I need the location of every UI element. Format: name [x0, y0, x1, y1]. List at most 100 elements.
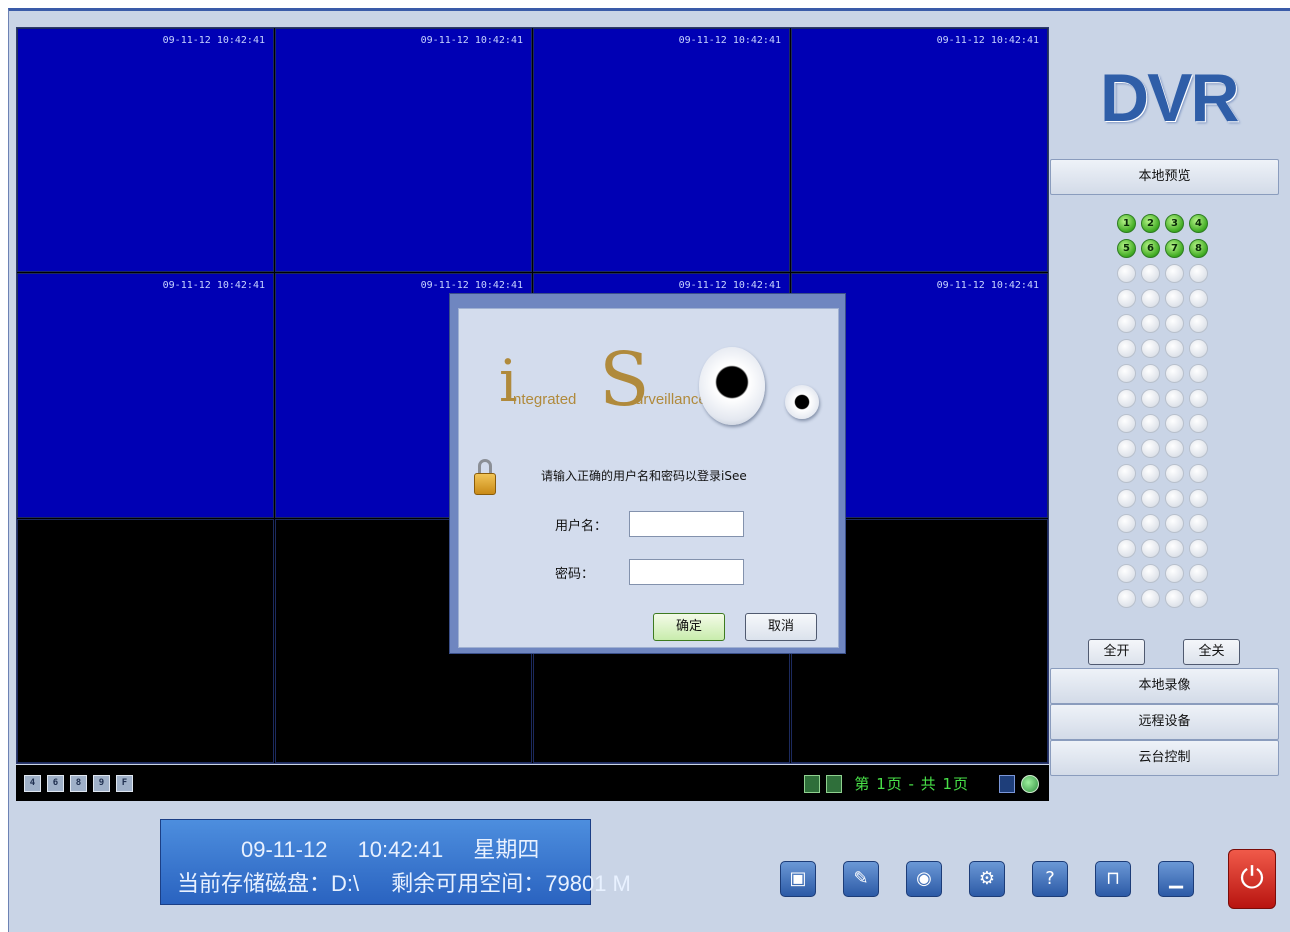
channel-button-2[interactable]: 2: [1141, 214, 1160, 233]
prev-page-button[interactable]: [826, 774, 843, 793]
channel-button[interactable]: [1141, 489, 1160, 508]
channel-button[interactable]: [1189, 589, 1208, 608]
channel-button-3[interactable]: 3: [1165, 214, 1184, 233]
remote-device-button[interactable]: 远程设备: [1050, 704, 1279, 740]
channel-button[interactable]: [1189, 414, 1208, 433]
film-icon[interactable]: ◉: [906, 861, 942, 897]
channel-button-6[interactable]: 6: [1141, 239, 1160, 258]
channel-button[interactable]: [1141, 264, 1160, 283]
channel-button[interactable]: [1117, 389, 1136, 408]
channel-button[interactable]: [1165, 339, 1184, 358]
channel-button[interactable]: [1117, 564, 1136, 583]
channel-button[interactable]: [1189, 564, 1208, 583]
local-preview-button[interactable]: 本地预览: [1050, 159, 1279, 195]
video-cell-3[interactable]: 09-11-12 10:42:41: [533, 28, 790, 273]
channel-button[interactable]: [1165, 314, 1184, 333]
layout-4-button[interactable]: 4: [24, 775, 41, 792]
ok-button[interactable]: 确定: [653, 613, 725, 641]
video-cell-1[interactable]: 09-11-12 10:42:41: [17, 28, 274, 273]
channel-button[interactable]: [1165, 414, 1184, 433]
channel-button[interactable]: [1141, 539, 1160, 558]
channel-button[interactable]: [1189, 289, 1208, 308]
power-icon[interactable]: ⏻: [1228, 849, 1276, 909]
layout-full-button[interactable]: F: [116, 775, 133, 792]
video-cell-5[interactable]: 09-11-12 10:42:41: [17, 273, 274, 518]
channel-button[interactable]: [1117, 589, 1136, 608]
next-page-button[interactable]: [999, 774, 1015, 793]
password-input[interactable]: [629, 559, 744, 585]
channel-button[interactable]: [1189, 464, 1208, 483]
channel-button[interactable]: [1141, 589, 1160, 608]
channel-button[interactable]: [1117, 264, 1136, 283]
close-all-button[interactable]: 全关: [1183, 639, 1240, 665]
channel-button[interactable]: [1165, 589, 1184, 608]
channel-button[interactable]: [1165, 389, 1184, 408]
channel-button[interactable]: [1141, 414, 1160, 433]
lock-icon[interactable]: ⊓: [1095, 861, 1131, 897]
channel-button[interactable]: [1189, 489, 1208, 508]
channel-button[interactable]: [1165, 289, 1184, 308]
cancel-button[interactable]: 取消: [745, 613, 817, 641]
channel-button[interactable]: [1141, 564, 1160, 583]
channel-button-8[interactable]: 8: [1189, 239, 1208, 258]
channel-button-7[interactable]: 7: [1165, 239, 1184, 258]
channel-button[interactable]: [1189, 314, 1208, 333]
channel-button[interactable]: [1165, 264, 1184, 283]
channel-button[interactable]: [1165, 514, 1184, 533]
channel-button[interactable]: [1189, 364, 1208, 383]
channel-button[interactable]: [1141, 439, 1160, 458]
channel-button[interactable]: [1117, 439, 1136, 458]
pencil-icon[interactable]: ✎: [843, 861, 879, 897]
layout-9-button[interactable]: 9: [93, 775, 110, 792]
channel-button[interactable]: [1141, 514, 1160, 533]
channel-button[interactable]: [1117, 464, 1136, 483]
minimize-icon[interactable]: ▁: [1158, 861, 1194, 897]
channel-button[interactable]: [1189, 264, 1208, 283]
channel-button[interactable]: [1141, 464, 1160, 483]
channel-button[interactable]: [1165, 564, 1184, 583]
username-input[interactable]: [629, 511, 744, 537]
channel-button-5[interactable]: 5: [1117, 239, 1136, 258]
channel-button[interactable]: [1117, 314, 1136, 333]
layout-8-button[interactable]: 8: [70, 775, 87, 792]
video-cell-2[interactable]: 09-11-12 10:42:41: [275, 28, 532, 273]
channel-button[interactable]: [1189, 539, 1208, 558]
channel-button[interactable]: [1141, 339, 1160, 358]
channel-button[interactable]: [1165, 464, 1184, 483]
first-page-button[interactable]: [804, 774, 821, 793]
channel-button[interactable]: [1117, 489, 1136, 508]
channel-button[interactable]: [1141, 314, 1160, 333]
channel-button[interactable]: [1165, 364, 1184, 383]
channel-button[interactable]: [1117, 414, 1136, 433]
channel-button[interactable]: [1165, 539, 1184, 558]
help-icon[interactable]: ?: [1032, 861, 1068, 897]
channel-button[interactable]: [1117, 339, 1136, 358]
video-cell-4[interactable]: 09-11-12 10:42:41: [791, 28, 1048, 273]
open-all-button[interactable]: 全开: [1088, 639, 1145, 665]
channel-button[interactable]: [1189, 389, 1208, 408]
channel-button[interactable]: [1165, 439, 1184, 458]
eye-icon: [699, 347, 765, 425]
channel-button[interactable]: [1141, 289, 1160, 308]
channel-button[interactable]: [1165, 489, 1184, 508]
camera-icon[interactable]: ▣: [780, 861, 816, 897]
eye-small-icon: [785, 385, 819, 419]
settings-icon[interactable]: ⚙: [969, 861, 1005, 897]
channel-button[interactable]: [1141, 389, 1160, 408]
ptz-control-button[interactable]: 云台控制: [1050, 740, 1279, 776]
username-label: 用户名：: [555, 519, 608, 534]
channel-button[interactable]: [1117, 514, 1136, 533]
channel-button[interactable]: [1141, 364, 1160, 383]
layout-6-button[interactable]: 6: [47, 775, 64, 792]
channel-button[interactable]: [1189, 339, 1208, 358]
refresh-icon[interactable]: [1021, 774, 1039, 793]
channel-button[interactable]: [1117, 364, 1136, 383]
channel-button-1[interactable]: 1: [1117, 214, 1136, 233]
video-cell-9[interactable]: [17, 518, 274, 763]
channel-button-4[interactable]: 4: [1189, 214, 1208, 233]
channel-button[interactable]: [1117, 539, 1136, 558]
channel-button[interactable]: [1189, 514, 1208, 533]
channel-button[interactable]: [1117, 289, 1136, 308]
channel-button[interactable]: [1189, 439, 1208, 458]
local-record-button[interactable]: 本地录像: [1050, 668, 1279, 704]
